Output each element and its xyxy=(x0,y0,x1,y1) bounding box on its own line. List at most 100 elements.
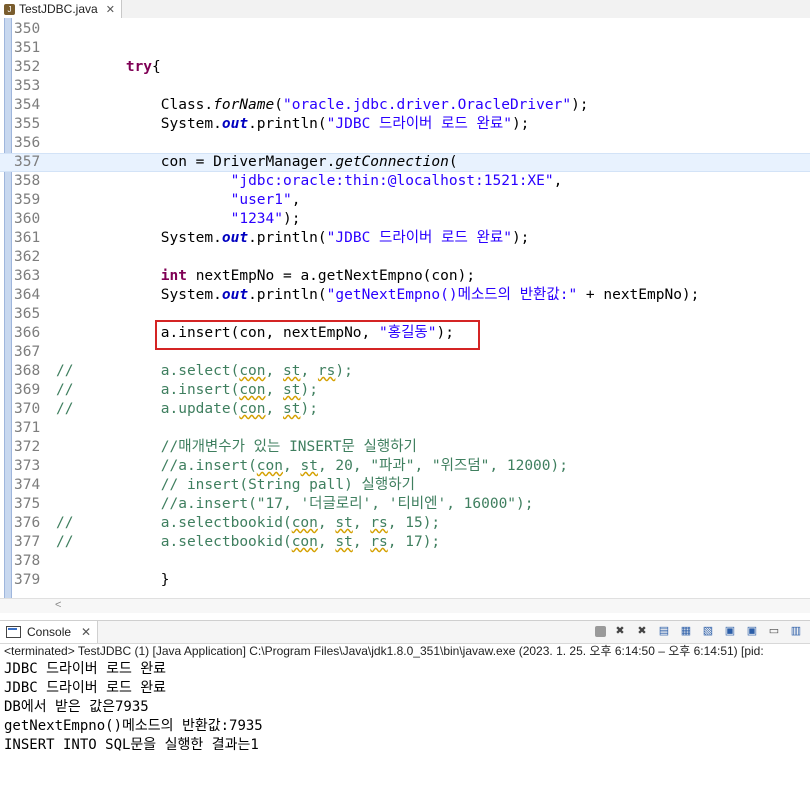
line-number: 364 xyxy=(14,287,41,303)
code-line[interactable]: 355 System.out.println("JDBC 드라이버 로드 완료"… xyxy=(0,115,810,134)
line-number: 370 xyxy=(14,401,41,417)
code-line[interactable]: 364 System.out.println("getNextEmpno()메소… xyxy=(0,286,810,305)
show-on-stderr-icon[interactable]: ▣ xyxy=(744,623,760,639)
line-number: 376 xyxy=(14,515,41,531)
scroll-lock-icon[interactable]: ▦ xyxy=(678,623,694,639)
code-line[interactable]: 376 // a.selectbookid(con, st, rs, 15); xyxy=(0,514,810,533)
code-text: // a.select(con, st, rs); xyxy=(56,363,353,379)
line-number: 379 xyxy=(14,572,41,588)
line-number: 375 xyxy=(14,496,41,512)
console-tab[interactable]: Console ✕ xyxy=(0,621,99,643)
code-line[interactable]: 374 // insert(String pall) 실행하기 xyxy=(0,476,810,495)
code-line[interactable]: 368 // a.select(con, st, rs); xyxy=(0,362,810,381)
code-line[interactable]: 363 int nextEmpNo = a.getNextEmpno(con); xyxy=(0,267,810,286)
code-line[interactable]: 358 "jdbc:oracle:thin:@localhost:1521:XE… xyxy=(0,172,810,191)
code-text: // a.selectbookid(con, st, rs, 15); xyxy=(56,515,441,531)
code-text: //a.insert("17, '더글로리', '티비엔', 16000"); xyxy=(160,496,534,512)
line-number: 362 xyxy=(14,249,41,265)
console-output-line: getNextEmpno()메소드의 반환값:7935 xyxy=(4,718,263,734)
code-text: // a.update(con, st); xyxy=(56,401,318,417)
code-text: // a.insert(con, st); xyxy=(56,382,318,398)
console-output-line: JDBC 드라이버 로드 완료 xyxy=(4,680,167,696)
horizontal-scrollbar[interactable]: < xyxy=(0,598,810,613)
code-line[interactable]: 354 Class.forName("oracle.jdbc.driver.Or… xyxy=(0,96,810,115)
code-line[interactable]: 362 xyxy=(0,248,810,267)
code-line[interactable]: 379 } xyxy=(0,571,810,590)
code-text: "1234"); xyxy=(230,211,301,227)
code-text: System.out.println("JDBC 드라이버 로드 완료"); xyxy=(56,230,530,246)
close-icon[interactable]: ✕ xyxy=(106,3,115,16)
code-line[interactable]: 369 // a.insert(con, st); xyxy=(0,381,810,400)
show-on-stdout-icon[interactable]: ▣ xyxy=(722,623,738,639)
code-line[interactable]: 361 System.out.println("JDBC 드라이버 로드 완료"… xyxy=(0,229,810,248)
console-tab-label: Console xyxy=(27,625,72,639)
code-line[interactable]: 370 // a.update(con, st); xyxy=(0,400,810,419)
line-number: 374 xyxy=(14,477,41,493)
word-wrap-icon[interactable]: ▧ xyxy=(700,623,716,639)
code-line[interactable]: 373 //a.insert(con, st, 20, "파과", "위즈덤",… xyxy=(0,457,810,476)
line-number: 367 xyxy=(14,344,41,360)
line-number: 366 xyxy=(14,325,41,341)
line-number: 360 xyxy=(14,211,41,227)
terminate-icon[interactable] xyxy=(595,626,606,637)
code-line[interactable]: 357 con = DriverManager.getConnection( xyxy=(0,153,810,172)
highlight-box xyxy=(155,320,480,350)
code-text: // a.selectbookid(con, st, rs, 17); xyxy=(56,534,441,550)
code-line[interactable]: 353 xyxy=(0,77,810,96)
editor-tab-bar: J TestJDBC.java ✕ xyxy=(0,0,810,19)
line-number: 378 xyxy=(14,553,41,569)
line-number: 357 xyxy=(14,154,41,170)
code-text: } xyxy=(56,572,170,588)
code-line[interactable]: 359 "user1", xyxy=(0,191,810,210)
code-editor[interactable]: 350 351 352 try{353 354 Class.forName("orac… xyxy=(0,18,810,598)
console-output-line: DB에서 받은 값은7935 xyxy=(4,699,149,715)
console-output-line: INSERT INTO SQL문을 실행한 결과는1 xyxy=(4,737,259,753)
line-number: 352 xyxy=(14,59,41,75)
line-number: 365 xyxy=(14,306,41,322)
code-line[interactable]: 371 xyxy=(0,419,810,438)
line-number: 351 xyxy=(14,40,41,56)
line-number: 363 xyxy=(14,268,41,284)
line-number: 372 xyxy=(14,439,41,455)
code-line[interactable]: 360 "1234"); xyxy=(0,210,810,229)
line-number: 350 xyxy=(14,21,41,37)
console-launch-info: <terminated> TestJDBC (1) [Java Applicat… xyxy=(4,644,764,658)
remove-launch-icon[interactable]: ✖ xyxy=(612,623,628,639)
code-line[interactable]: 377 // a.selectbookid(con, st, rs, 17); xyxy=(0,533,810,552)
code-line[interactable]: 372 //매개변수가 있는 INSERT문 실행하기 xyxy=(0,438,810,457)
code-text: "user1", xyxy=(230,192,301,208)
line-number: 355 xyxy=(14,116,41,132)
line-number: 369 xyxy=(14,382,41,398)
open-console-icon[interactable]: ▥ xyxy=(788,623,804,639)
pin-console-icon[interactable]: ▭ xyxy=(766,623,782,639)
code-text: try{ xyxy=(125,59,161,75)
code-line[interactable]: 356 xyxy=(0,134,810,153)
editor-tab-title: TestJDBC.java xyxy=(19,2,98,16)
code-text: System.out.println("getNextEmpno()메소드의 반… xyxy=(56,287,700,303)
code-line[interactable]: 375 //a.insert("17, '더글로리', '티비엔', 16000… xyxy=(0,495,810,514)
code-text: //a.insert(con, st, 20, "파과", "위즈덤", 120… xyxy=(160,458,568,474)
java-file-icon: J xyxy=(4,3,15,15)
code-line[interactable]: 351 xyxy=(0,39,810,58)
code-line[interactable]: 378 xyxy=(0,552,810,571)
line-number: 356 xyxy=(14,135,41,151)
code-text: "jdbc:oracle:thin:@localhost:1521:XE", xyxy=(230,173,563,189)
console-icon xyxy=(6,626,21,638)
line-number: 373 xyxy=(14,458,41,474)
code-text: // insert(String pall) 실행하기 xyxy=(160,477,415,493)
clear-console-icon[interactable]: ▤ xyxy=(656,623,672,639)
code-line[interactable]: 352 try{ xyxy=(0,58,810,77)
scroll-left-icon[interactable]: < xyxy=(55,599,61,611)
code-line[interactable]: 350 xyxy=(0,20,810,39)
console-tab-bar: Console ✕ ✖ ✖ ▤ ▦ ▧ ▣ ▣ ▭ ▥ xyxy=(0,620,810,644)
line-number: 371 xyxy=(14,420,41,436)
line-number: 353 xyxy=(14,78,41,94)
code-text: Class.forName("oracle.jdbc.driver.Oracle… xyxy=(56,97,589,113)
line-number: 368 xyxy=(14,363,41,379)
code-text: //매개변수가 있는 INSERT문 실행하기 xyxy=(160,439,417,455)
editor-tab-testjdbc[interactable]: J TestJDBC.java ✕ xyxy=(0,0,122,18)
close-icon[interactable]: ✕ xyxy=(81,625,91,639)
line-number: 377 xyxy=(14,534,41,550)
line-number: 361 xyxy=(14,230,41,246)
remove-all-icon[interactable]: ✖ xyxy=(634,623,650,639)
